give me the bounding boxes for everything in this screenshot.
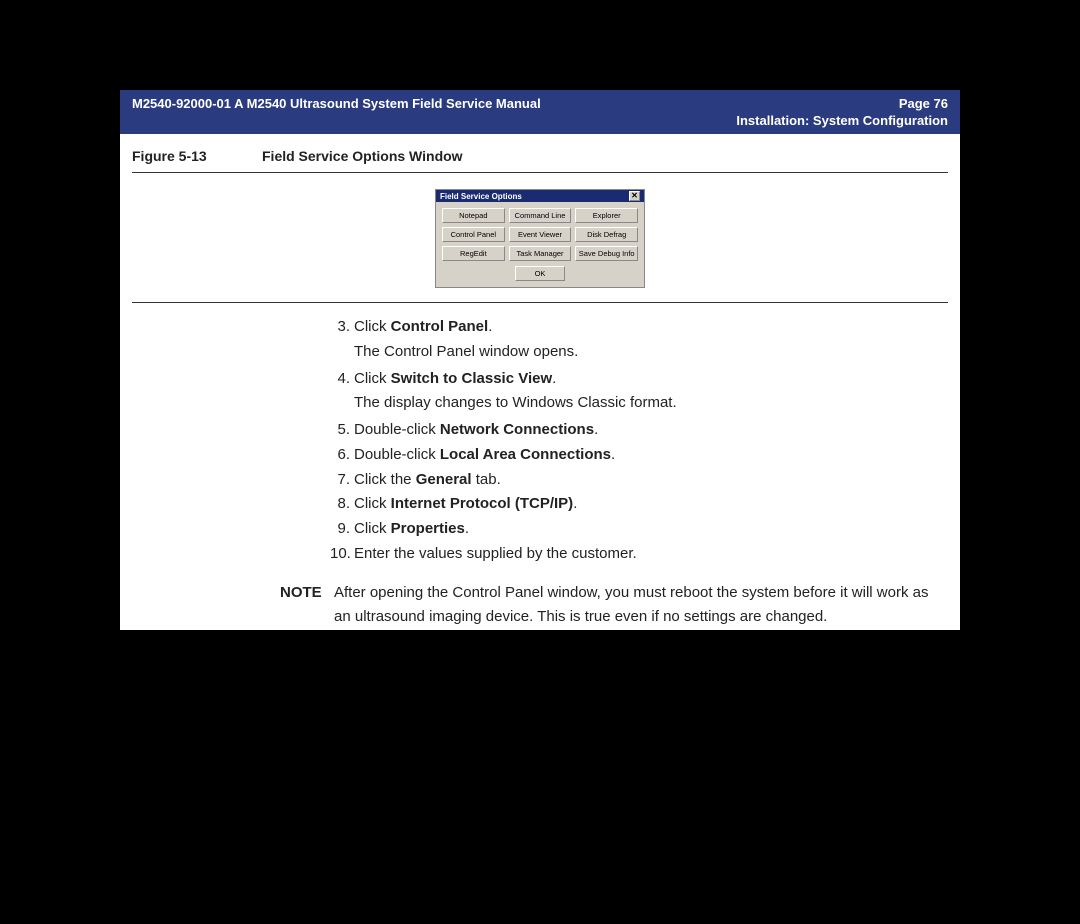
steps-list: 3. Click Control Panel. The Control Pane…: [330, 315, 948, 567]
step-number: 6.: [330, 443, 354, 468]
step-text: Double-click Local Area Connections.: [354, 443, 948, 468]
embedded-screenshot: Field Service Options ✕ Notepad Command …: [120, 173, 960, 302]
step-number: 3.: [330, 315, 354, 340]
step-number: 7.: [330, 468, 354, 493]
step-6: 6. Double-click Local Area Connections.: [330, 443, 948, 468]
section-name: Installation: System Configuration: [736, 113, 948, 128]
step-5: 5. Double-click Network Connections.: [330, 418, 948, 443]
step-text: Double-click Network Connections.: [354, 418, 948, 443]
figure-title: Field Service Options Window: [262, 148, 463, 164]
note-block: NOTE After opening the Control Panel win…: [280, 581, 948, 631]
step-10: 10. Enter the values supplied by the cus…: [330, 542, 948, 567]
page-number: Page 76: [736, 96, 948, 111]
step-7: 7. Click the General tab.: [330, 468, 948, 493]
button-grid: Notepad Command Line Explorer Control Pa…: [442, 208, 638, 261]
step-text: Click Switch to Classic View.: [354, 367, 948, 392]
window-title-text: Field Service Options: [440, 192, 522, 201]
step-number: 5.: [330, 418, 354, 443]
regedit-button[interactable]: RegEdit: [442, 246, 505, 261]
control-panel-button[interactable]: Control Panel: [442, 227, 505, 242]
step-text: Click the General tab.: [354, 468, 948, 493]
disk-defrag-button[interactable]: Disk Defrag: [575, 227, 638, 242]
step-4-sub: The display changes to Windows Classic f…: [354, 391, 948, 416]
step-9: 9. Click Properties.: [330, 517, 948, 542]
figure-caption-row: Figure 5-13 Field Service Options Window: [120, 134, 960, 172]
page-header: M2540-92000-01 A M2540 Ultrasound System…: [120, 90, 960, 134]
event-viewer-button[interactable]: Event Viewer: [509, 227, 572, 242]
field-service-options-window: Field Service Options ✕ Notepad Command …: [435, 189, 645, 288]
step-8: 8. Click Internet Protocol (TCP/IP).: [330, 492, 948, 517]
header-right: Page 76 Installation: System Configurati…: [736, 96, 948, 128]
command-line-button[interactable]: Command Line: [509, 208, 572, 223]
step-number: 10.: [330, 542, 354, 567]
figure-label: Figure 5-13: [132, 148, 262, 164]
step-text: Enter the values supplied by the custome…: [354, 542, 948, 567]
task-manager-button[interactable]: Task Manager: [509, 246, 572, 261]
save-debug-info-button[interactable]: Save Debug Info: [575, 246, 638, 261]
step-text: Click Control Panel.: [354, 315, 948, 340]
step-text: Click Internet Protocol (TCP/IP).: [354, 492, 948, 517]
step-number: 8.: [330, 492, 354, 517]
notepad-button[interactable]: Notepad: [442, 208, 505, 223]
step-number: 4.: [330, 367, 354, 392]
step-3-sub: The Control Panel window opens.: [354, 340, 948, 365]
window-titlebar: Field Service Options ✕: [436, 190, 644, 202]
window-body: Notepad Command Line Explorer Control Pa…: [436, 202, 644, 287]
note-text: After opening the Control Panel window, …: [334, 581, 938, 631]
close-icon[interactable]: ✕: [629, 191, 640, 201]
step-text: Click Properties.: [354, 517, 948, 542]
manual-page: M2540-92000-01 A M2540 Ultrasound System…: [120, 90, 960, 630]
step-number: 9.: [330, 517, 354, 542]
doc-id: M2540-92000-01 A M2540 Ultrasound System…: [132, 96, 541, 111]
note-label: NOTE: [280, 581, 334, 631]
step-4: 4. Click Switch to Classic View.: [330, 367, 948, 392]
step-3: 3. Click Control Panel.: [330, 315, 948, 340]
ok-button[interactable]: OK: [515, 266, 565, 281]
content-area: 3. Click Control Panel. The Control Pane…: [120, 303, 960, 630]
ok-row: OK: [442, 266, 638, 281]
explorer-button[interactable]: Explorer: [575, 208, 638, 223]
